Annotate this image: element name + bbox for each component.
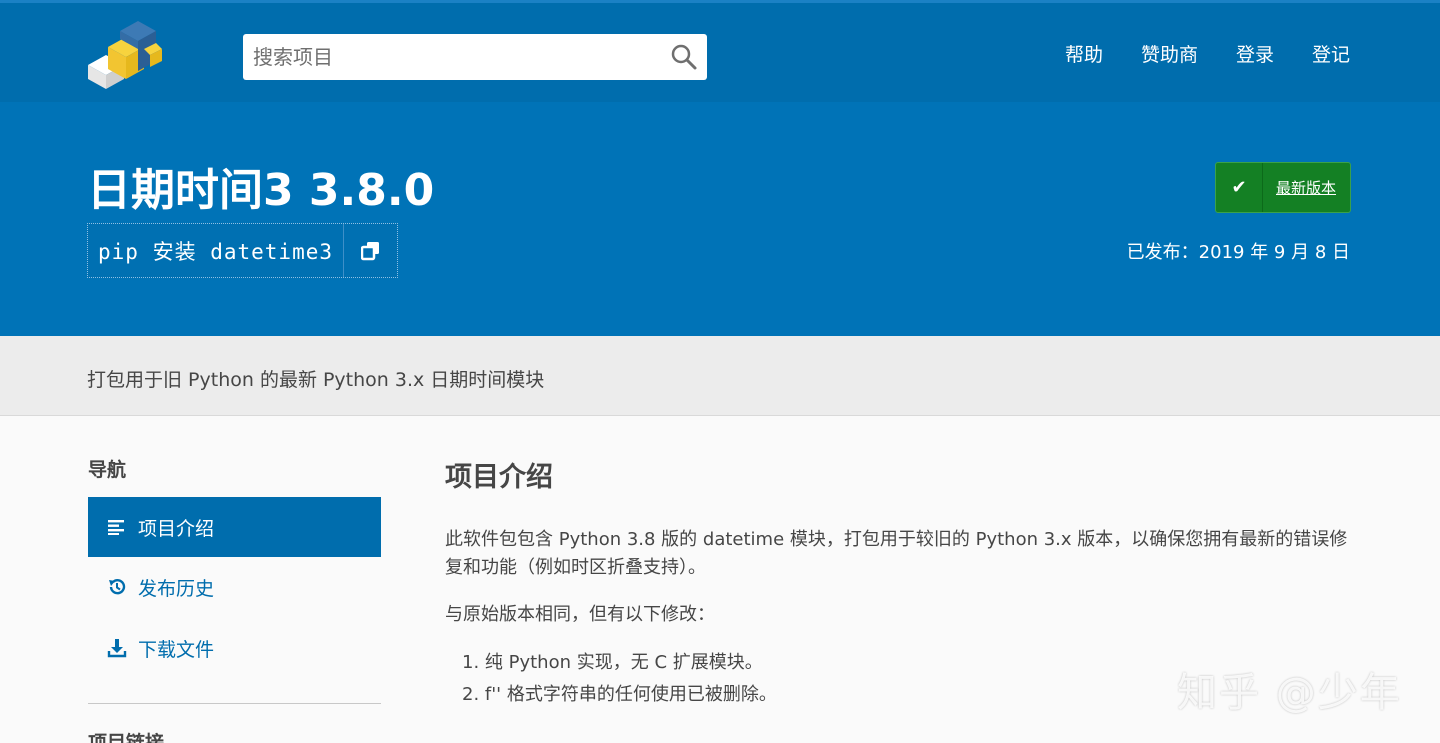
copy-button[interactable] (343, 224, 397, 277)
nav-sponsors-link[interactable]: 赞助商 (1141, 40, 1198, 67)
nav-help-link[interactable]: 帮助 (1065, 40, 1103, 67)
pip-command-box: pip 安装 datetime3 (87, 223, 399, 278)
list-item: 1. 纯 Python 实现，无 C 扩展模块。 (462, 652, 763, 673)
search-box (243, 34, 707, 80)
sidebar-divider (88, 703, 381, 704)
sidebar-item-label: 发布历史 (138, 577, 215, 600)
top-navigation-bar: 帮助 赞助商 登录 登记 (0, 0, 1440, 102)
search-input[interactable] (243, 34, 663, 80)
pypi-logo[interactable] (84, 19, 164, 91)
sidebar-heading: 导航 (88, 459, 127, 481)
nav-register-link[interactable]: 登记 (1312, 40, 1350, 67)
latest-version-button[interactable]: ✔ 最新版本 (1215, 162, 1351, 213)
sidebar-item-description[interactable]: 项目介绍 (88, 497, 381, 557)
copy-icon (360, 241, 379, 260)
release-date: 已发布：2019 年 9 月 8 日 (1126, 242, 1350, 263)
nav-login-link[interactable]: 登录 (1236, 40, 1274, 67)
list-item: 2. f'' 格式字符串的任何使用已被删除。 (462, 684, 777, 705)
history-icon (106, 576, 128, 598)
modifications-list: 1. 纯 Python 实现，无 C 扩展模块。 2. f'' 格式字符串的任何… (462, 648, 777, 712)
search-icon[interactable] (669, 42, 699, 72)
pip-command: pip 安装 datetime3 (98, 239, 334, 264)
description-heading: 项目介绍 (445, 462, 553, 493)
main-nav: 帮助 赞助商 登录 登记 (1027, 40, 1350, 67)
check-icon: ✔ (1216, 163, 1263, 212)
latest-version-label: 最新版本 (1276, 179, 1337, 197)
package-header: 日期时间3 3.8.0 pip 安装 datetime3 ✔ 最新版本 已发布：… (0, 102, 1440, 336)
sidebar-item-files[interactable]: 下载文件 (88, 618, 381, 678)
sidebar-item-label: 下载文件 (138, 638, 215, 661)
align-left-icon (106, 516, 128, 538)
sidebar-heading-links: 项目链接 (88, 732, 165, 743)
watermark: 知乎 @少年 (1177, 670, 1402, 716)
description-paragraph: 此软件包包含 Python 3.8 版的 datetime 模块，打包用于较旧的… (445, 529, 1348, 578)
package-summary: 打包用于旧 Python 的最新 Python 3.x 日期时间模块 (87, 369, 545, 391)
sidebar-item-label: 项目介绍 (138, 517, 215, 540)
package-title: 日期时间3 3.8.0 (87, 165, 435, 216)
description-paragraph: 与原始版本相同，但有以下修改： (445, 604, 715, 625)
package-summary-band: 打包用于旧 Python 的最新 Python 3.x 日期时间模块 (0, 336, 1440, 416)
sidebar-item-history[interactable]: 发布历史 (88, 557, 381, 617)
download-icon (106, 637, 128, 659)
